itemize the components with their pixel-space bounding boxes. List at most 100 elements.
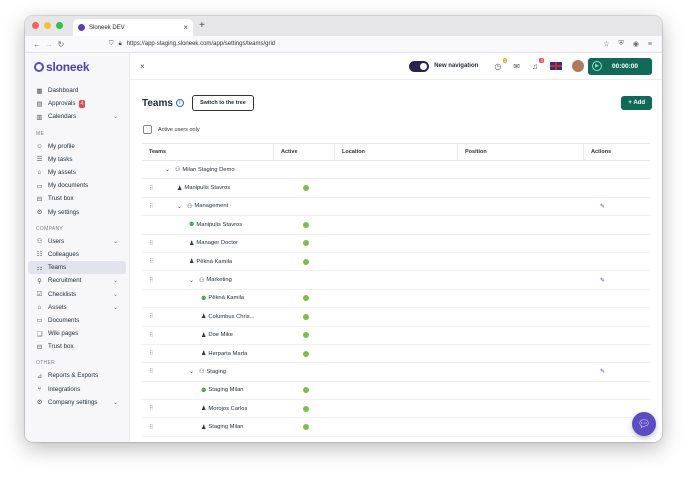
drag-handle-icon[interactable]: ⠿ xyxy=(149,203,157,210)
sidebar-item-users[interactable]: ⚇ Users ⌄ xyxy=(28,235,126,248)
table-row[interactable]: ⠿ ♟ Manager Doctor xyxy=(142,235,650,253)
table-row[interactable]: ⚉ Staging Milan xyxy=(142,382,650,401)
sidebar-item-my-settings[interactable]: ⚙ My settings xyxy=(28,206,126,219)
table-row[interactable]: ⠿ ⌄ ⚇ Staging ✎ xyxy=(142,363,650,382)
sidebar-item-company-settings[interactable]: ⚙ Company settings ⌄ xyxy=(28,396,126,409)
chat-icon[interactable]: ✉ xyxy=(513,62,520,71)
sidebar-item-wiki-pages[interactable]: ❏ Wiki pages xyxy=(28,327,126,340)
header-actions: Actions xyxy=(591,149,612,155)
table-row[interactable]: ⚉ Manipulis Stavros xyxy=(142,216,650,235)
chevron-down-icon[interactable]: ⌄ xyxy=(177,203,183,210)
sidebar-item-integrations[interactable]: ⑂ Integrations xyxy=(28,383,126,396)
switch-to-tree-button[interactable]: Switch to the tree xyxy=(191,95,254,111)
browser-tab[interactable]: Sloneek DEV × xyxy=(73,19,193,36)
table-row[interactable]: ⠿ ♟ Manipulis Stavros xyxy=(142,179,650,198)
edit-icon[interactable]: ✎ xyxy=(600,203,605,210)
table-row[interactable]: ⠿ ♟ Morojos Carlos xyxy=(142,400,650,419)
position-cell xyxy=(458,418,584,435)
table-row[interactable]: ⌄ ⚇ Milan Staging Demo xyxy=(142,161,650,180)
maximize-window-button[interactable] xyxy=(56,22,63,29)
drag-handle-icon[interactable]: ⠿ xyxy=(149,424,157,431)
drag-handle-icon[interactable]: ⠿ xyxy=(149,240,157,247)
chevron-down-icon[interactable]: ⌄ xyxy=(165,166,171,173)
table-row[interactable]: ⠿ ♟ Herparta Marta xyxy=(142,345,650,364)
uk-flag-icon[interactable] xyxy=(550,62,562,70)
table-row[interactable]: ⠿ ⌄ ⚇ Marketing ✎ xyxy=(142,271,650,290)
drag-handle-icon[interactable]: ⠿ xyxy=(149,185,157,192)
drag-handle-icon[interactable]: ⠿ xyxy=(149,313,157,320)
drag-handle-icon[interactable]: ⠿ xyxy=(149,350,157,357)
chevron-down-icon[interactable]: ⌄ xyxy=(113,238,118,245)
sidebar-item-my-documents[interactable]: ▭ My documents xyxy=(28,179,126,192)
integrations-icon: ⑂ xyxy=(37,385,42,393)
sidebar-item-recruitment[interactable]: ⚲ Recruitment ⌄ xyxy=(28,274,126,287)
address-field[interactable]: ⛉ 🔒︎ https://app-staging.sloneek.com/app… xyxy=(109,38,603,50)
active-status-dot xyxy=(303,387,309,394)
sidebar-item-my-tasks[interactable]: ☰ My tasks xyxy=(28,153,126,166)
chat-support-button[interactable]: 💬︎ xyxy=(632,412,656,436)
sidebar-item-label: My documents xyxy=(48,182,89,190)
sidebar-item-colleagues[interactable]: ☷ Colleagues xyxy=(28,248,126,261)
drag-handle-icon[interactable]: ⠿ xyxy=(149,332,157,339)
bell-icon[interactable]: ♫ 3 xyxy=(532,57,544,71)
sidebar-item-calendars[interactable]: ▥ Calendars ⌄ xyxy=(28,110,126,123)
sidebar-item-assets[interactable]: ⌂ Assets ⌄ xyxy=(28,301,126,314)
reload-icon[interactable]: ↻ xyxy=(55,40,67,49)
url-bar: ← → ↻ ⛉ 🔒︎ https://app-staging.sloneek.c… xyxy=(25,36,662,53)
table-row[interactable]: ⠿ ⌄ ⚇ Management ✎ xyxy=(142,198,650,217)
section-label-other: OTHER xyxy=(36,360,55,367)
account-icon[interactable]: ◉ xyxy=(633,40,639,48)
add-button[interactable]: + Add xyxy=(621,96,652,110)
close-icon[interactable]: × xyxy=(140,62,145,71)
back-icon[interactable]: ← xyxy=(31,40,43,49)
chevron-down-icon[interactable]: ⌄ xyxy=(113,277,118,284)
drag-handle-icon[interactable]: ⠿ xyxy=(149,368,157,375)
chevron-down-icon[interactable]: ⌄ xyxy=(189,368,195,375)
clock-icon[interactable]: ◷ 1 xyxy=(494,57,508,71)
chevron-down-icon[interactable]: ⌄ xyxy=(113,399,118,406)
sidebar-item-teams[interactable]: ⚏ Teams xyxy=(28,261,126,275)
sidebar-item-label: Wiki pages xyxy=(48,330,79,338)
table-row[interactable]: ⠿ ♟ Doe Mike xyxy=(142,327,650,345)
sidebar-item-my-assets[interactable]: ⌂ My assets xyxy=(28,166,126,179)
edit-icon[interactable]: ✎ xyxy=(600,368,605,375)
bookmark-star-icon[interactable]: ☆ xyxy=(603,40,609,48)
sidebar-item-dashboard[interactable]: ▦ Dashboard xyxy=(28,84,126,97)
active-status-dot xyxy=(303,221,309,228)
row-name: Manager Doctor xyxy=(196,240,238,247)
sidebar-item-my-profile[interactable]: ☺ My profile xyxy=(28,140,126,153)
sidebar-item-trust-box[interactable]: ⊟ Trust box xyxy=(28,192,126,205)
info-icon[interactable]: i xyxy=(175,99,184,107)
sidebar-item-checklists[interactable]: ☑ Checklists ⌄ xyxy=(28,287,126,300)
drag-handle-icon[interactable]: ⠿ xyxy=(149,258,157,265)
chevron-down-icon[interactable]: ⌄ xyxy=(113,291,118,298)
chevron-down-icon[interactable]: ⌄ xyxy=(113,113,118,120)
drag-handle-icon[interactable]: ⠿ xyxy=(149,277,157,284)
active-users-checkbox[interactable] xyxy=(143,125,152,134)
table-row[interactable]: ⚉ Pěkná Kamila xyxy=(142,290,650,309)
table-row[interactable]: ⠿ ♟ Staging Milan xyxy=(142,418,650,437)
chevron-down-icon[interactable]: ⌄ xyxy=(113,304,118,311)
forward-icon[interactable]: → xyxy=(43,40,55,49)
sidebar-item-trust-box[interactable]: ⊟ Trust box xyxy=(28,340,126,353)
chevron-down-icon[interactable]: ⌄ xyxy=(189,277,195,284)
minimize-window-button[interactable] xyxy=(44,22,51,29)
time-tracker-button[interactable]: ▶ 00:00:00 xyxy=(588,57,652,75)
pocket-icon[interactable]: ⛨ xyxy=(619,40,624,48)
new-navigation-toggle[interactable] xyxy=(409,60,430,72)
sidebar-item-documents[interactable]: ▭ Documents xyxy=(28,314,126,327)
sidebar-item-reports-exports[interactable]: ⊿ Reports & Exports xyxy=(28,369,126,382)
close-window-button[interactable] xyxy=(32,22,39,29)
tab-close-icon[interactable]: × xyxy=(183,23,188,32)
new-tab-icon[interactable]: + xyxy=(199,20,205,31)
table-row[interactable]: ⠿ ♟ Columbus Chris... xyxy=(142,308,650,327)
table-row[interactable]: ⠿ ♟ Pěkná Kamila xyxy=(142,253,650,272)
sidebar-item-approvals[interactable]: ▤ Approvals 4 xyxy=(28,97,126,110)
count-badge: 4 xyxy=(78,100,86,109)
logo[interactable]: sloneek xyxy=(25,56,129,84)
actions-cell xyxy=(584,179,650,196)
avatar[interactable] xyxy=(572,60,584,72)
edit-icon[interactable]: ✎ xyxy=(600,277,605,284)
drag-handle-icon[interactable]: ⠿ xyxy=(149,405,157,412)
menu-icon[interactable]: ≡ xyxy=(648,41,652,48)
